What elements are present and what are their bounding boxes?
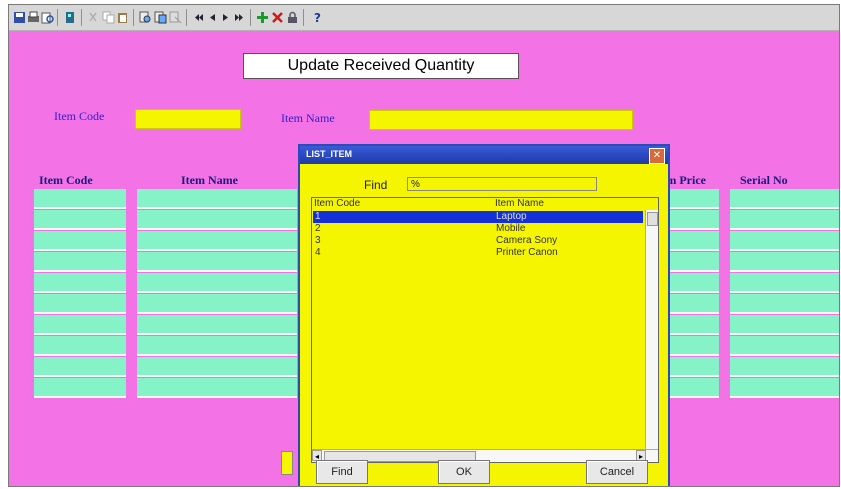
grid-cell[interactable] [137, 357, 297, 377]
grid-cell[interactable] [34, 210, 126, 230]
close-icon[interactable]: ✕ [649, 148, 665, 164]
grid-cell[interactable] [34, 294, 126, 314]
grid-cell[interactable] [730, 189, 839, 209]
svg-text:?: ? [314, 11, 321, 24]
grid-cell[interactable] [137, 273, 297, 293]
grid-cell[interactable] [730, 336, 839, 356]
find-next-icon[interactable] [154, 11, 167, 24]
list-of-values-dialog: LIST_ITEM ✕ Find % Item Code Item Name 1… [298, 144, 670, 486]
list-item[interactable]: 1 Laptop [313, 211, 643, 223]
ok-button[interactable]: OK [438, 460, 490, 484]
toolbar-separator [250, 9, 251, 26]
column-header-item-code: Item Code [39, 173, 93, 187]
clear-icon[interactable] [169, 11, 182, 24]
lock-record-icon[interactable] [286, 11, 299, 24]
dialog-title: LIST_ITEM [306, 149, 353, 159]
cancel-button[interactable]: Cancel [586, 460, 648, 484]
grid-cell[interactable] [730, 357, 839, 377]
serial-no-column [730, 189, 839, 405]
grid-cell[interactable] [137, 294, 297, 314]
item-code-label: Item Code [54, 109, 105, 123]
item-code-value: 3 [315, 235, 321, 246]
item-name-value: Camera Sony [496, 235, 558, 246]
item-name-label: Item Name [281, 111, 335, 125]
grid-cell[interactable] [730, 231, 839, 251]
grid-cell[interactable] [34, 336, 126, 356]
column-header-item-name: Item Name [181, 173, 238, 187]
list-header: Item Code Item Name [312, 198, 658, 210]
item-code-value: 2 [315, 223, 321, 234]
item-code-column [34, 189, 126, 405]
grid-cell[interactable] [730, 252, 839, 272]
scroll-thumb[interactable] [647, 212, 658, 226]
toolbar-separator [186, 9, 187, 26]
grid-cell[interactable] [730, 294, 839, 314]
item-code-value: 4 [315, 247, 321, 258]
grid-cell[interactable] [137, 315, 297, 335]
grid-cell[interactable] [137, 231, 297, 251]
grid-cell[interactable] [730, 273, 839, 293]
insert-record-icon[interactable] [256, 11, 269, 24]
save-icon[interactable] [13, 11, 26, 24]
item-name-column [137, 189, 297, 405]
grid-cell[interactable] [34, 231, 126, 251]
column-header-serial-no: Serial No [740, 173, 788, 187]
grid-cell[interactable] [137, 189, 297, 209]
find-button[interactable]: Find [316, 460, 368, 484]
grid-cell[interactable] [34, 252, 126, 272]
grid-cell[interactable] [34, 189, 126, 209]
next-record-icon[interactable] [219, 11, 232, 24]
dialog-body: Find % Item Code Item Name 1 Laptop 2 Mo… [300, 164, 668, 486]
exit-icon[interactable] [64, 11, 77, 24]
find-label: Find [364, 178, 388, 192]
last-record-icon[interactable] [233, 11, 246, 24]
grid-cell[interactable] [34, 378, 126, 398]
toolbar-separator [303, 9, 304, 26]
toolbar: ? [9, 5, 839, 31]
find-input[interactable]: % [407, 177, 597, 191]
toolbar-separator [133, 9, 134, 26]
grid-cell[interactable] [730, 378, 839, 398]
grid-cell[interactable] [34, 315, 126, 335]
copy-icon[interactable] [102, 11, 115, 24]
hidden-button-edge [281, 451, 293, 475]
item-name-value: Laptop [496, 211, 527, 222]
oracle-form-window: ? Update Received Quantity Item Code Ite… [8, 4, 840, 487]
paste-icon[interactable] [116, 11, 129, 24]
item-name-value: Printer Canon [496, 247, 558, 258]
vertical-scrollbar[interactable] [645, 210, 658, 450]
grid-cell[interactable] [34, 357, 126, 377]
grid-cell[interactable] [730, 210, 839, 230]
first-record-icon[interactable] [192, 11, 205, 24]
grid-cell[interactable] [137, 210, 297, 230]
grid-cell[interactable] [137, 378, 297, 398]
list-item[interactable]: 3 Camera Sony [313, 235, 643, 247]
grid-cell[interactable] [137, 252, 297, 272]
item-code-input[interactable] [135, 109, 241, 129]
list-header-item-code: Item Code [314, 198, 361, 209]
toolbar-separator [57, 9, 58, 26]
item-list[interactable]: Item Code Item Name 1 Laptop 2 Mobile 3 … [311, 197, 659, 463]
form-title: Update Received Quantity [243, 53, 519, 79]
item-code-value: 1 [315, 211, 321, 222]
delete-record-icon[interactable] [271, 11, 284, 24]
print-preview-icon[interactable] [41, 11, 54, 24]
prev-record-icon[interactable] [206, 11, 219, 24]
list-item[interactable]: 2 Mobile [313, 223, 643, 235]
item-name-input[interactable] [369, 110, 633, 130]
print-icon[interactable] [27, 11, 40, 24]
help-icon[interactable]: ? [311, 11, 324, 24]
dialog-titlebar[interactable]: LIST_ITEM ✕ [300, 146, 668, 164]
list-header-item-name: Item Name [495, 198, 544, 209]
find-icon[interactable] [139, 11, 152, 24]
grid-cell[interactable] [34, 273, 126, 293]
toolbar-separator [81, 9, 82, 26]
item-name-value: Mobile [496, 223, 526, 234]
grid-cell[interactable] [137, 336, 297, 356]
list-item[interactable]: 4 Printer Canon [313, 247, 643, 259]
grid-cell[interactable] [730, 315, 839, 335]
cut-icon[interactable] [87, 11, 100, 24]
